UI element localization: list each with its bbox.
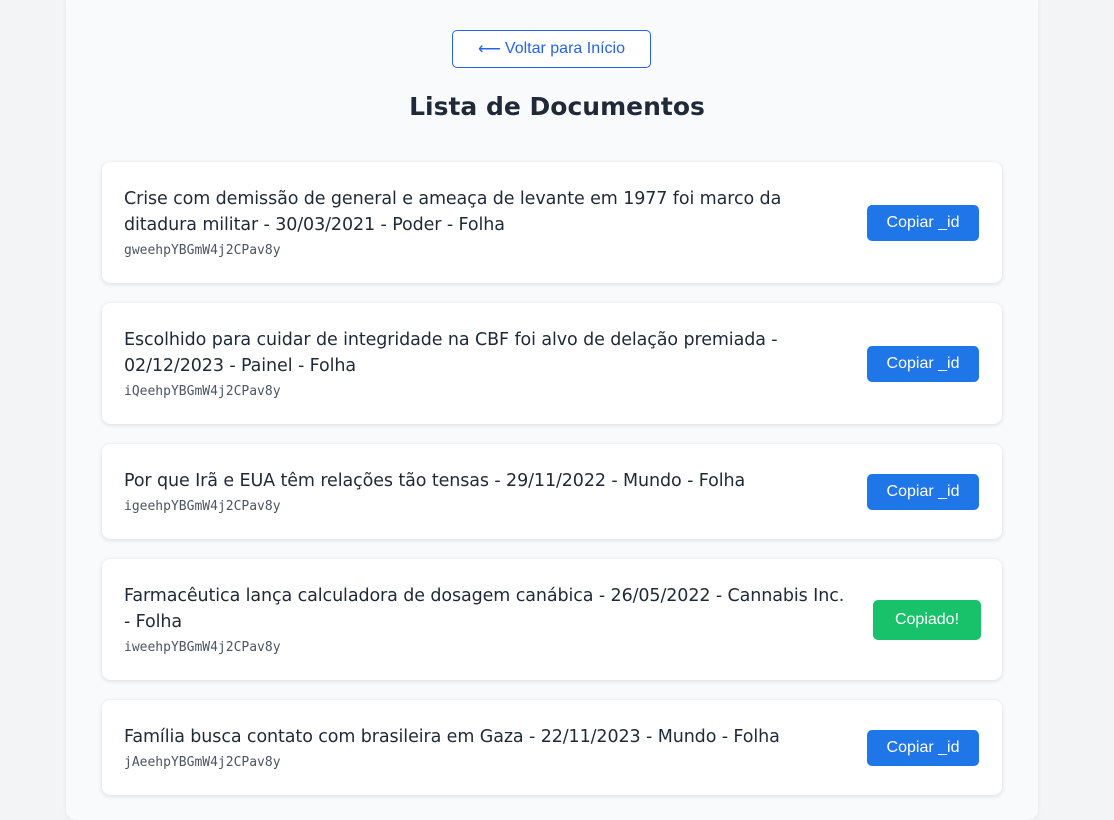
document-id: gweehpYBGmW4j2CPav8y [124, 243, 281, 258]
copy-id-button[interactable]: Copiar _id [867, 730, 979, 766]
back-button-label: Voltar para Início [504, 40, 625, 57]
document-title: Escolhido para cuidar de integridade na … [124, 330, 778, 376]
document-card: Por que Irã e EUA têm relações tão tensa… [102, 444, 1002, 539]
copy-id-button[interactable]: Copiar _id [867, 205, 979, 241]
document-card: Farmacêutica lança calculadora de dosage… [102, 559, 1002, 680]
document-title: Família busca contato com brasileira em … [124, 727, 780, 747]
document-id: iQeehpYBGmW4j2CPav8y [124, 384, 281, 399]
document-card: Crise com demissão de general e ameaça d… [102, 162, 1002, 283]
document-card: Família busca contato com brasileira em … [102, 700, 1002, 795]
document-title: Por que Irã e EUA têm relações tão tensa… [124, 471, 746, 491]
document-title: Crise com demissão de general e ameaça d… [124, 189, 782, 235]
copied-button[interactable]: Copiado! [873, 600, 981, 640]
document-title: Farmacêutica lança calculadora de dosage… [124, 586, 845, 632]
document-id: iweehpYBGmW4j2CPav8y [124, 640, 281, 655]
document-id: igeehpYBGmW4j2CPav8y [124, 499, 281, 514]
document-id: jAeehpYBGmW4j2CPav8y [124, 755, 281, 770]
back-to-home-button[interactable]: ⟵ Voltar para Início [452, 30, 651, 68]
page-title: Lista de Documentos [409, 92, 705, 121]
document-card: Escolhido para cuidar de integridade na … [102, 303, 1002, 424]
arrow-left-icon: ⟵ [477, 41, 501, 58]
copy-id-button[interactable]: Copiar _id [867, 474, 979, 510]
copy-id-button[interactable]: Copiar _id [867, 346, 979, 382]
